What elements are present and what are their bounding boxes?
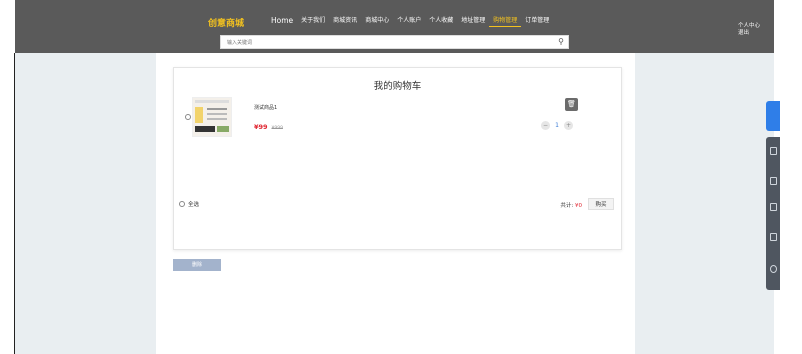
delete-item-button[interactable]: 🗑 [565, 98, 578, 111]
trash-icon: 🗑 [567, 100, 576, 108]
quantity-value[interactable]: 1 [550, 122, 564, 129]
nav-item-mall-center[interactable]: 商城中心 [361, 16, 393, 27]
search-input[interactable] [221, 36, 549, 50]
tool-icon[interactable] [770, 177, 777, 185]
nav-item-about[interactable]: 关于我们 [297, 16, 329, 27]
product-name[interactable]: 测试商品1 [254, 104, 277, 111]
cart-footer: 全选 共计: ¥0 购买 [179, 198, 614, 210]
total-amount: ¥0 [575, 203, 582, 209]
nav-item-orders[interactable]: 订单管理 [521, 16, 553, 27]
tool-icon[interactable] [770, 265, 777, 273]
search-bar: ⚲ [220, 35, 569, 50]
nav-item-news[interactable]: 商城资讯 [329, 16, 361, 27]
select-all[interactable]: 全选 [179, 200, 199, 208]
cart-total: 共计: ¥0 [560, 201, 582, 209]
user-links: 个人中心 退出 [738, 23, 760, 37]
tool-icon[interactable] [770, 233, 777, 241]
quantity-stepper: − 1 + [541, 121, 573, 130]
select-all-radio[interactable] [179, 201, 185, 207]
page-title: 我的购物车 [373, 81, 422, 92]
product-thumbnail[interactable] [192, 97, 232, 137]
left-edge-divider [14, 53, 15, 354]
product-price: ¥99 [254, 123, 268, 131]
nav-item-cart[interactable]: 购物管理 [489, 16, 522, 27]
tool-icon[interactable] [770, 147, 777, 155]
main-nav: Home 关于我们 商城资讯 商城中心 个人账户 个人收藏 地址管理 购物管理 … [267, 16, 553, 27]
logout-link[interactable]: 退出 [738, 30, 760, 37]
product-old-price: ¥999 [271, 126, 283, 131]
item-select-radio[interactable] [185, 114, 191, 120]
select-all-label: 全选 [188, 202, 200, 208]
total-label: 共计: [560, 203, 575, 209]
tool-icon[interactable] [770, 203, 777, 211]
buy-button[interactable]: 购买 [588, 198, 614, 210]
nav-item-home[interactable]: Home [267, 16, 297, 27]
delete-selected-button[interactable]: 删除 [173, 259, 221, 271]
nav-item-favorites[interactable]: 个人收藏 [425, 16, 457, 27]
personal-center-link[interactable]: 个人中心 [738, 23, 760, 30]
cart-card: 我的购物车 测试商品1 ¥99 ¥999 🗑 − 1 + 全选 共计: ¥0 购… [173, 67, 622, 250]
side-tab[interactable] [766, 101, 780, 131]
search-icon[interactable]: ⚲ [558, 37, 564, 46]
decrease-quantity-button[interactable]: − [541, 121, 550, 130]
nav-item-account[interactable]: 个人账户 [393, 16, 425, 27]
nav-item-address[interactable]: 地址管理 [457, 16, 489, 27]
price-row: ¥99 ¥999 [254, 123, 283, 131]
side-toolbar [766, 137, 780, 290]
increase-quantity-button[interactable]: + [564, 121, 573, 130]
left-edge-panel [0, 0, 15, 354]
top-navbar: 创意商城 Home 关于我们 商城资讯 商城中心 个人账户 个人收藏 地址管理 … [15, 0, 774, 53]
site-logo[interactable]: 创意商城 [208, 16, 244, 29]
